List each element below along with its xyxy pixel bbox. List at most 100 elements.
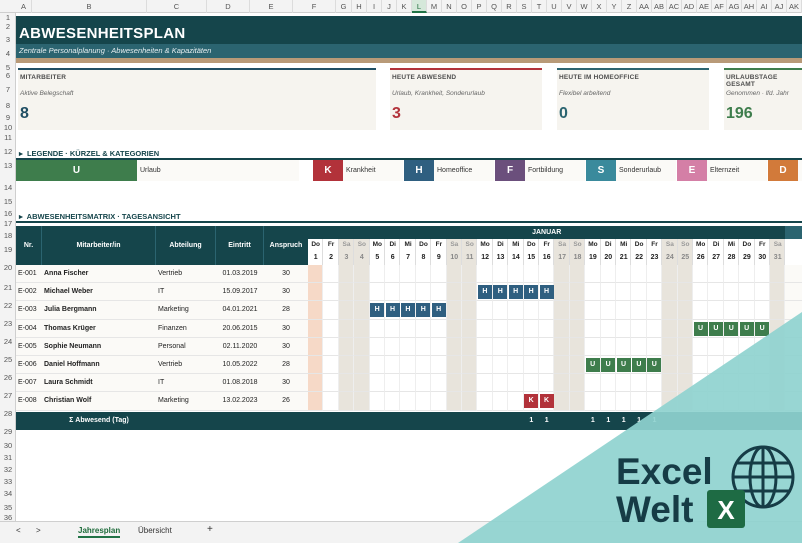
day-cell[interactable] <box>462 356 478 375</box>
column-header-aa[interactable]: AA <box>637 0 652 13</box>
column-header-g[interactable]: G <box>336 0 352 13</box>
day-cell[interactable] <box>600 265 616 284</box>
day-cell[interactable] <box>708 337 724 356</box>
row-header-22[interactable]: 22 <box>0 301 16 310</box>
column-header-s[interactable]: S <box>517 0 532 13</box>
day-cell[interactable] <box>662 356 678 375</box>
day-cell[interactable] <box>431 265 447 284</box>
day-cell[interactable] <box>554 356 570 375</box>
column-header-w[interactable]: W <box>577 0 592 13</box>
day-cell[interactable] <box>693 283 709 302</box>
day-cell[interactable] <box>616 319 632 338</box>
day-cell[interactable] <box>662 374 678 393</box>
day-cell[interactable] <box>369 265 385 284</box>
row-header-25[interactable]: 25 <box>0 355 16 364</box>
day-cell[interactable] <box>477 319 493 338</box>
row-header-23[interactable]: 23 <box>0 319 16 328</box>
day-cell[interactable] <box>554 301 570 320</box>
day-cell[interactable] <box>693 392 709 411</box>
day-cell[interactable] <box>600 283 616 302</box>
day-cell[interactable] <box>523 301 539 320</box>
row-header-1[interactable]: 1 <box>0 13 16 22</box>
day-cell[interactable] <box>554 283 570 302</box>
absence-mark-u[interactable]: U <box>755 321 770 336</box>
worksheet[interactable]: ABWESENHEITSPLAN Zentrale Personalplanun… <box>16 13 802 521</box>
day-cell[interactable] <box>569 319 586 338</box>
day-cell[interactable] <box>662 265 678 284</box>
column-header-ac[interactable]: AC <box>667 0 682 13</box>
day-cell[interactable] <box>462 392 478 411</box>
column-header-v[interactable]: V <box>562 0 577 13</box>
absence-mark-h[interactable]: H <box>400 303 415 318</box>
row-header-31[interactable]: 31 <box>0 453 16 462</box>
day-cell[interactable] <box>723 337 740 356</box>
day-cell[interactable] <box>677 319 693 338</box>
row-header-10[interactable]: 10 <box>0 123 16 132</box>
column-header-ai[interactable]: AI <box>757 0 772 13</box>
day-cell[interactable] <box>431 356 447 375</box>
day-cell[interactable] <box>477 301 493 320</box>
day-cell[interactable] <box>446 337 462 356</box>
absence-mark-h[interactable]: H <box>431 303 446 318</box>
day-cell[interactable] <box>400 337 416 356</box>
day-cell[interactable] <box>569 301 586 320</box>
day-cell[interactable] <box>600 392 616 411</box>
day-cell[interactable] <box>739 265 755 284</box>
day-cell[interactable] <box>770 374 786 393</box>
day-cell[interactable] <box>308 374 324 393</box>
day-cell[interactable] <box>462 301 478 320</box>
day-cell[interactable] <box>770 337 786 356</box>
row-header-17[interactable]: 17 <box>0 219 16 228</box>
day-cell[interactable] <box>646 301 663 320</box>
day-cell[interactable] <box>708 283 724 302</box>
day-cell[interactable] <box>569 392 586 411</box>
day-cell[interactable] <box>508 265 524 284</box>
day-cell[interactable] <box>539 356 555 375</box>
day-cell[interactable] <box>400 392 416 411</box>
column-header-m[interactable]: M <box>427 0 442 13</box>
day-cell[interactable] <box>462 283 478 302</box>
day-cell[interactable] <box>569 283 586 302</box>
day-cell[interactable] <box>385 337 401 356</box>
day-cell[interactable] <box>308 356 324 375</box>
day-cell[interactable] <box>585 392 601 411</box>
day-cell[interactable] <box>354 337 370 356</box>
day-cell[interactable] <box>338 374 355 393</box>
absence-mark-h[interactable]: H <box>385 303 400 318</box>
day-cell[interactable] <box>616 283 632 302</box>
day-cell[interactable] <box>662 392 678 411</box>
column-header-d[interactable]: D <box>207 0 250 13</box>
row-header-29[interactable]: 29 <box>0 427 16 436</box>
day-cell[interactable] <box>477 356 493 375</box>
day-cell[interactable] <box>585 283 601 302</box>
absence-mark-h[interactable]: H <box>524 285 539 300</box>
day-cell[interactable] <box>693 265 709 284</box>
day-cell[interactable] <box>600 337 616 356</box>
column-header-a[interactable]: A <box>16 0 32 13</box>
row-header-26[interactable]: 26 <box>0 373 16 382</box>
day-cell[interactable] <box>508 356 524 375</box>
row-header-33[interactable]: 33 <box>0 477 16 486</box>
day-cell[interactable] <box>323 283 339 302</box>
day-cell[interactable] <box>369 337 385 356</box>
day-cell[interactable] <box>446 283 462 302</box>
day-cell[interactable] <box>677 356 693 375</box>
day-cell[interactable] <box>400 374 416 393</box>
day-cell[interactable] <box>770 319 786 338</box>
row-header-16[interactable]: 16 <box>0 209 16 218</box>
day-cell[interactable] <box>569 265 586 284</box>
day-cell[interactable] <box>616 392 632 411</box>
column-header-ae[interactable]: AE <box>697 0 712 13</box>
column-header-aj[interactable]: AJ <box>772 0 787 13</box>
day-cell[interactable] <box>508 301 524 320</box>
day-cell[interactable] <box>385 392 401 411</box>
day-cell[interactable] <box>462 337 478 356</box>
column-header-h[interactable]: H <box>352 0 367 13</box>
column-header-z[interactable]: Z <box>622 0 637 13</box>
day-cell[interactable] <box>354 374 370 393</box>
day-cell[interactable] <box>754 283 770 302</box>
absence-mark-u[interactable]: U <box>708 321 723 336</box>
day-cell[interactable] <box>739 356 755 375</box>
row-header-27[interactable]: 27 <box>0 391 16 400</box>
day-cell[interactable] <box>338 392 355 411</box>
